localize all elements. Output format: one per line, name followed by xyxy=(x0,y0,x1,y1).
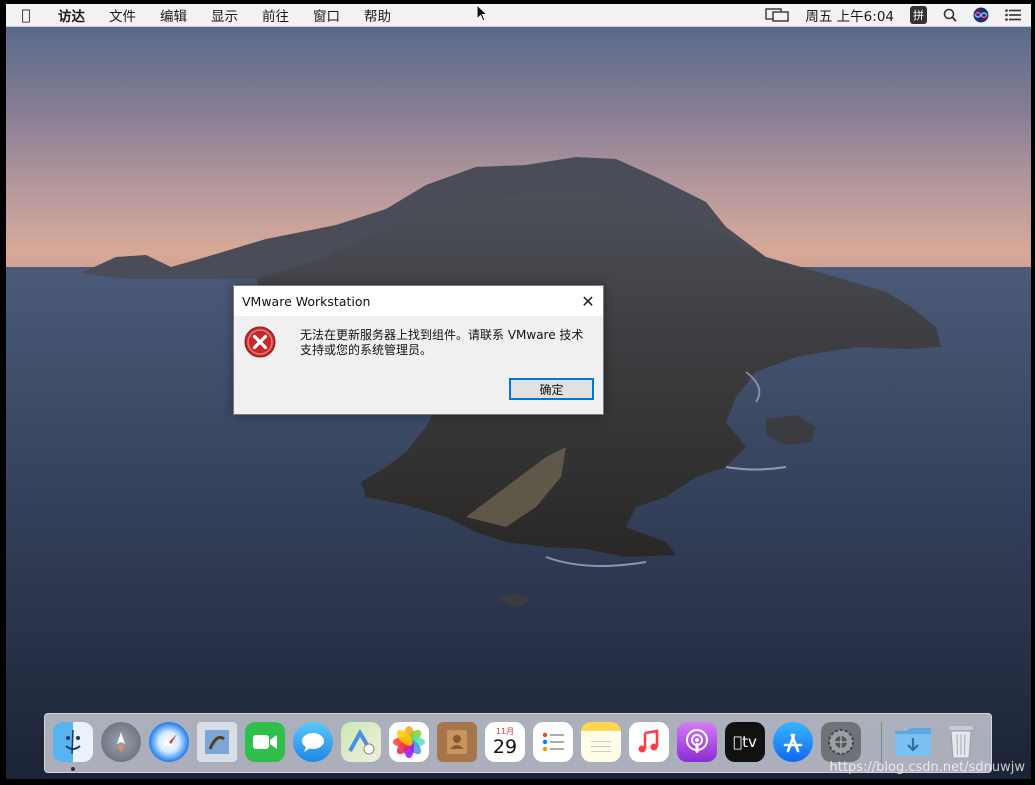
apple-tv-icon[interactable]: tv xyxy=(725,722,765,762)
finder-running-indicator xyxy=(71,767,75,771)
menu-go[interactable]: 前往 xyxy=(250,4,301,26)
menubar-clock[interactable]: 周五 上午6:04 xyxy=(805,5,894,25)
close-icon: ✕ xyxy=(581,291,595,311)
apple-menu-icon[interactable]:  xyxy=(6,6,46,24)
calendar-month: 11月 xyxy=(495,726,515,736)
calendar-day: 29 xyxy=(492,735,518,758)
podcasts-icon[interactable] xyxy=(677,722,717,762)
input-method-icon[interactable]: 拼 xyxy=(910,6,927,24)
mail-icon[interactable] xyxy=(197,722,237,762)
menu-help[interactable]: 帮助 xyxy=(352,4,403,26)
safari-icon[interactable] xyxy=(149,722,189,762)
display-mirroring-icon[interactable] xyxy=(765,8,790,22)
contacts-icon[interactable] xyxy=(437,722,477,762)
photos-icon[interactable] xyxy=(389,722,429,762)
mouse-cursor-icon xyxy=(476,4,488,22)
apple-tv-label: tv xyxy=(737,733,757,751)
error-icon xyxy=(244,326,276,358)
maps-icon[interactable] xyxy=(341,722,381,762)
menu-edit[interactable]: 编辑 xyxy=(148,4,199,26)
launchpad-icon[interactable] xyxy=(101,722,141,762)
notification-center-icon[interactable] xyxy=(1005,9,1021,21)
ok-button[interactable]: 确定 xyxy=(509,378,594,400)
menu-bar:  访达 文件 编辑 显示 前往 窗口 帮助 周五 上午6:04 拼 xyxy=(6,4,1031,27)
tv-apple-icon:  xyxy=(733,733,742,751)
siri-icon[interactable] xyxy=(973,7,989,23)
system-preferences-icon[interactable] xyxy=(821,722,861,762)
menu-file[interactable]: 文件 xyxy=(97,4,148,26)
menu-finder[interactable]: 访达 xyxy=(46,4,97,26)
dialog-body: 无法在更新服务器上找到组件。请联系 VMware 技术支持或您的系统管理员。 确… xyxy=(234,316,603,415)
menu-window[interactable]: 窗口 xyxy=(301,4,352,26)
watermark: https://blog.csdn.net/sdnuwjw xyxy=(829,760,1025,775)
messages-icon[interactable] xyxy=(293,722,333,762)
notes-icon[interactable] xyxy=(581,722,621,762)
spotlight-search-icon[interactable] xyxy=(943,8,957,22)
facetime-icon[interactable] xyxy=(245,722,285,762)
error-dialog: VMware Workstation ✕ 无法在更新服务器上找到组件。请联系 V… xyxy=(233,285,604,415)
downloads-folder-icon[interactable] xyxy=(893,722,933,762)
reminders-icon[interactable] xyxy=(533,722,573,762)
dialog-close-button[interactable]: ✕ xyxy=(573,286,603,316)
menu-view[interactable]: 显示 xyxy=(199,4,250,26)
finder-icon[interactable] xyxy=(53,722,93,762)
calendar-icon[interactable]: 11月 29 xyxy=(485,722,525,762)
dialog-message: 无法在更新服务器上找到组件。请联系 VMware 技术支持或您的系统管理员。 xyxy=(300,328,584,357)
app-store-icon[interactable] xyxy=(773,722,813,762)
dialog-title: VMware Workstation xyxy=(242,293,371,309)
trash-icon[interactable] xyxy=(941,722,981,762)
dialog-titlebar: VMware Workstation ✕ xyxy=(234,286,603,316)
music-icon[interactable] xyxy=(629,722,669,762)
